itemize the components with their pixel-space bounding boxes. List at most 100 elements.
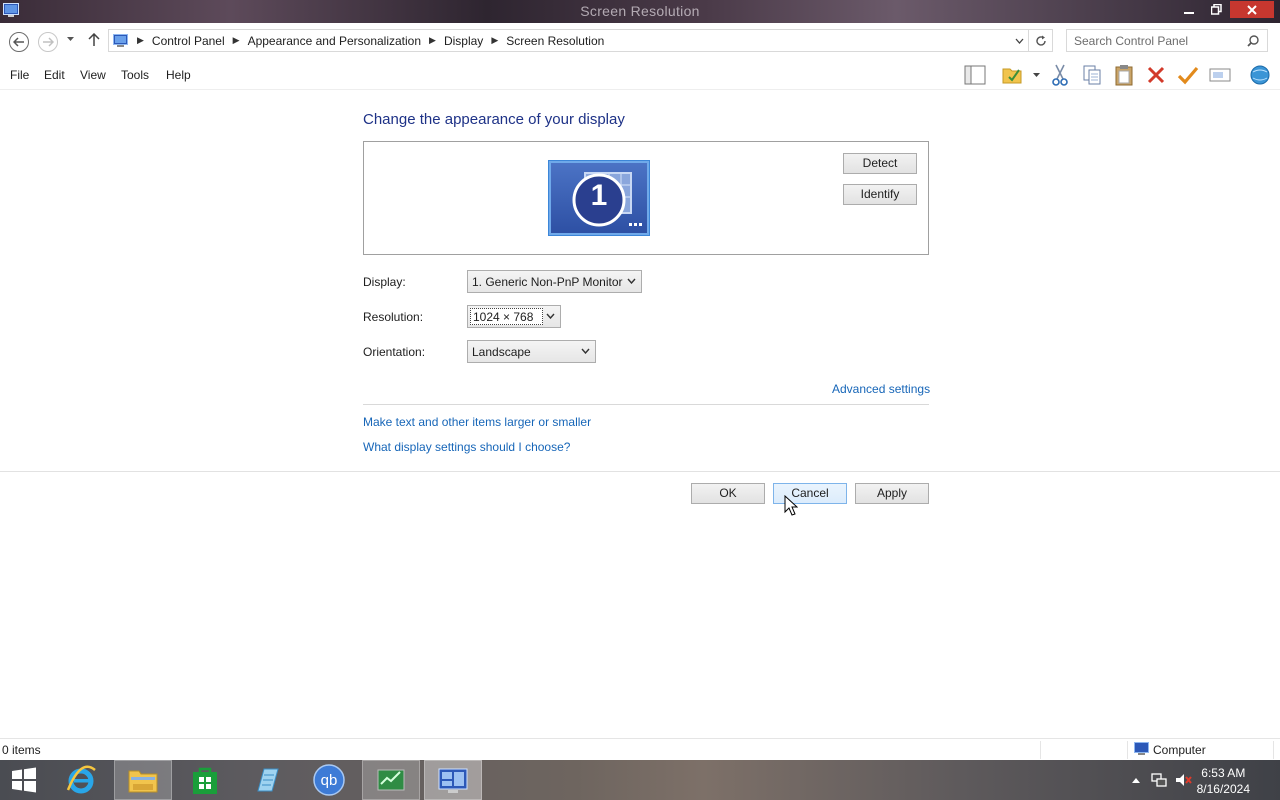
menu-tools[interactable]: Tools [121, 68, 149, 82]
rename-icon [1209, 68, 1231, 82]
toolbar-dropdown-icon[interactable] [1032, 72, 1041, 78]
cut-button[interactable] [1047, 62, 1073, 88]
paste-button[interactable] [1111, 62, 1137, 88]
search-icon[interactable] [1247, 35, 1259, 47]
clipboard-paste-icon [1115, 65, 1133, 86]
section-divider [363, 404, 929, 405]
navigation-bar: ▶ Control Panel ▶ Appearance and Persona… [0, 23, 1280, 59]
scissors-icon [1052, 64, 1068, 86]
display-select[interactable]: 1. Generic Non-PnP Monitor [467, 270, 642, 293]
start-button[interactable] [0, 760, 48, 800]
system-tray [1131, 760, 1193, 800]
internet-explorer-icon [66, 765, 96, 794]
network-icon[interactable] [1151, 772, 1167, 788]
search-input[interactable]: Search Control Panel [1066, 29, 1268, 52]
close-window-button[interactable] [1230, 1, 1274, 18]
recent-locations-dropdown-icon[interactable] [66, 36, 75, 42]
status-bar: 0 items Computer [0, 738, 1280, 760]
control-panel-icon [113, 33, 128, 47]
forward-arrow-icon [43, 37, 54, 47]
chevron-down-icon [1015, 38, 1023, 44]
menu-view[interactable]: View [80, 68, 106, 82]
chevron-down-icon [581, 348, 590, 354]
breadcrumb-separator-icon: ▶ [429, 35, 436, 45]
properties-button[interactable] [999, 62, 1025, 88]
breadcrumb-screen-resolution[interactable]: Screen Resolution [506, 34, 604, 48]
svg-text:qb: qb [321, 772, 338, 789]
taskbar-qbittorrent[interactable]: qb [300, 760, 358, 800]
resolution-select[interactable]: 1024 × 768 [467, 305, 561, 328]
status-separator [1040, 741, 1041, 759]
show-hidden-icons-icon[interactable] [1131, 776, 1141, 784]
delete-x-icon [1147, 66, 1165, 84]
checkmark-icon [1177, 66, 1199, 85]
content-area: Change the appearance of your display 1 … [0, 90, 1280, 738]
ok-button[interactable]: OK [691, 483, 765, 504]
layout-pane-button[interactable] [962, 62, 988, 88]
taskbar-notepad[interactable] [238, 760, 296, 800]
minimize-button[interactable] [1176, 1, 1202, 18]
text-size-link[interactable]: Make text and other items larger or smal… [363, 415, 591, 429]
globe-icon [1250, 65, 1270, 85]
taskbar-task-manager[interactable] [362, 760, 420, 800]
breadcrumb-separator-icon: ▶ [137, 35, 144, 45]
globe-button[interactable] [1247, 62, 1273, 88]
monitor-arrangement-panel: 1 Detect Identify [363, 141, 929, 255]
chevron-down-icon [627, 278, 636, 284]
clock-date: 8/16/2024 [1196, 782, 1250, 796]
taskbar-clock[interactable]: 6:53 AM 8/16/2024 [1197, 765, 1250, 797]
resolution-label: Resolution: [363, 310, 424, 324]
pane-layout-icon [964, 65, 986, 85]
store-bag-icon [193, 767, 217, 794]
taskbar-file-explorer[interactable] [114, 760, 172, 800]
breadcrumb-display[interactable]: Display [444, 34, 483, 48]
orientation-select[interactable]: Landscape [467, 340, 596, 363]
menu-edit[interactable]: Edit [44, 68, 65, 82]
restore-button[interactable] [1203, 1, 1229, 18]
breadcrumb-control-panel[interactable]: Control Panel [152, 34, 225, 48]
chevron-down-icon [546, 313, 555, 319]
breadcrumb-appearance[interactable]: Appearance and Personalization [248, 34, 421, 48]
monitor-tile-1[interactable]: 1 [548, 160, 650, 236]
orientation-label: Orientation: [363, 345, 426, 359]
delete-button[interactable] [1143, 62, 1169, 88]
advanced-settings-link[interactable]: Advanced settings [832, 382, 930, 396]
computer-icon [1134, 742, 1149, 755]
up-arrow-icon[interactable] [88, 33, 100, 47]
address-history-dropdown[interactable] [1012, 32, 1026, 49]
breadcrumb-separator-icon: ▶ [491, 35, 499, 45]
window-title: Screen Resolution [580, 3, 700, 19]
file-explorer-icon [128, 770, 158, 793]
menu-help[interactable]: Help [166, 68, 191, 82]
back-button[interactable] [9, 32, 29, 52]
identify-button[interactable]: Identify [843, 184, 917, 205]
copy-icon [1083, 65, 1101, 85]
menu-file[interactable]: File [10, 68, 29, 82]
detect-button[interactable]: Detect [843, 153, 917, 174]
address-bar[interactable]: ▶ Control Panel ▶ Appearance and Persona… [108, 29, 1053, 52]
minimize-icon [1184, 11, 1194, 14]
clock-time: 6:53 AM [1201, 766, 1246, 780]
forward-button[interactable] [38, 32, 58, 52]
select-check-button[interactable] [1175, 62, 1201, 88]
display-settings-icon [438, 768, 468, 793]
monitor-number: 1 [590, 179, 608, 212]
display-settings-help-link[interactable]: What display settings should I choose? [363, 440, 570, 454]
page-heading: Change the appearance of your display [363, 111, 625, 128]
back-arrow-icon [13, 37, 24, 47]
qbittorrent-icon: qb [313, 764, 345, 796]
display-select-value: 1. Generic Non-PnP Monitor [472, 275, 623, 289]
volume-muted-icon[interactable] [1175, 772, 1193, 788]
location-zone: Computer [1153, 743, 1206, 757]
refresh-button[interactable] [1028, 30, 1052, 51]
apply-button[interactable]: Apply [855, 483, 929, 504]
display-label: Display: [363, 275, 406, 289]
item-count: 0 items [2, 743, 41, 757]
status-separator [1127, 741, 1128, 759]
button-row-divider [0, 471, 1280, 472]
taskbar-control-panel-display[interactable] [424, 760, 482, 800]
taskbar-internet-explorer[interactable] [52, 760, 110, 800]
copy-button[interactable] [1079, 62, 1105, 88]
taskbar-store[interactable] [176, 760, 234, 800]
rename-button[interactable] [1207, 62, 1233, 88]
